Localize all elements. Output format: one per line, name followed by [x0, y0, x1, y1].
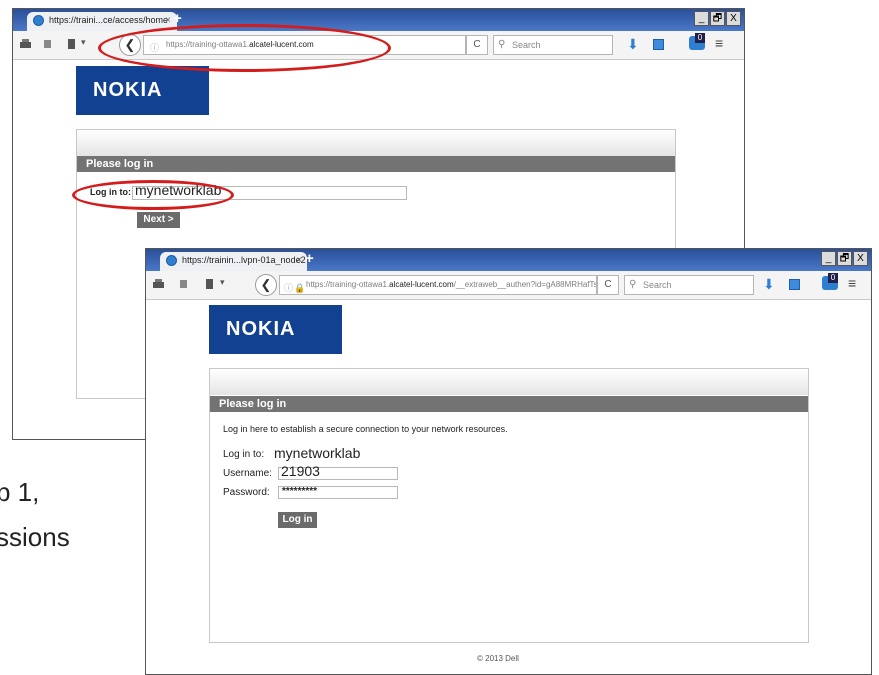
extension-icon[interactable] — [41, 38, 54, 50]
extension-icon[interactable] — [177, 278, 190, 290]
lock-icon: 🔒 — [294, 283, 306, 293]
notification-icon[interactable]: 0 — [822, 273, 838, 290]
notification-icon[interactable]: 0 — [689, 33, 705, 50]
download-icon[interactable]: ⬇ — [763, 276, 775, 293]
reload-button[interactable]: C — [597, 275, 619, 295]
search-input[interactable]: ⚲ Search — [493, 35, 613, 55]
window-controls: _ 🗗 X — [693, 11, 741, 27]
reload-button[interactable]: C — [466, 35, 488, 55]
new-tab-button[interactable]: + — [173, 10, 182, 27]
chevron-down-icon[interactable]: ▾ — [81, 37, 86, 48]
menu-icon[interactable]: ≡ — [715, 35, 723, 51]
annotation-oval-address — [98, 24, 391, 72]
url-path: /__extraweb__authen?id=gA88MRHafTs%3 — [453, 280, 597, 289]
please-log-in-banner: Please log in — [77, 156, 675, 172]
window-controls: _ 🗗 X — [820, 251, 868, 267]
log-in-button[interactable]: Log in — [278, 512, 317, 528]
restore-button[interactable]: 🗗 — [710, 11, 725, 26]
menu-icon[interactable]: ≡ — [848, 275, 856, 291]
slide-text-line-2: ssions — [0, 522, 70, 552]
login-to-label: Log in to: — [223, 449, 265, 460]
minimize-button[interactable]: _ — [694, 11, 709, 26]
annotation-oval-login — [72, 180, 234, 210]
username-value: 21903 — [281, 463, 320, 479]
slide-text-line-1: p 1, — [0, 477, 40, 507]
bookmarks-icon[interactable] — [653, 39, 664, 50]
search-icon: ⚲ — [498, 39, 506, 50]
print-icon[interactable] — [19, 38, 32, 50]
dell-favicon-icon — [33, 15, 44, 26]
close-window-button[interactable]: X — [726, 11, 741, 26]
search-icon: ⚲ — [629, 279, 637, 290]
login-panel: Please log in Log in here to establish a… — [209, 368, 809, 643]
download-icon[interactable]: ⬇ — [627, 36, 639, 53]
search-placeholder: Search — [512, 40, 541, 50]
panel-header-gradient — [210, 369, 808, 395]
clipboard-icon[interactable] — [203, 278, 216, 290]
chevron-down-icon[interactable]: ▾ — [220, 277, 225, 288]
notification-badge: 0 — [828, 273, 838, 283]
restore-button[interactable]: 🗗 — [837, 251, 852, 266]
tab-node2[interactable]: https://trainin...lvpn-01a_node2 × — [160, 252, 307, 271]
nokia-logo: NOKIA — [76, 66, 209, 115]
new-tab-button[interactable]: + — [305, 250, 314, 267]
password-label: Password: — [223, 487, 270, 498]
footer-copyright: © 2013 Dell — [477, 654, 519, 663]
dell-favicon-icon — [166, 255, 177, 266]
url-text: https://training-ottawa1. — [306, 280, 390, 289]
close-tab-icon[interactable]: × — [165, 15, 171, 26]
intro-text: Log in here to establish a secure connec… — [223, 424, 508, 434]
address-bar[interactable]: ⓘ 🔒 https://training-ottawa1.alcatel-luc… — [279, 275, 597, 295]
bookmarks-icon[interactable] — [789, 279, 800, 290]
search-input[interactable]: ⚲ Search — [624, 275, 754, 295]
please-log-in-banner: Please log in — [210, 396, 808, 412]
tab-title: https://traini...ce/access/home — [49, 15, 169, 25]
close-tab-icon[interactable]: × — [296, 255, 302, 266]
search-placeholder: Search — [643, 280, 672, 290]
panel-header-gradient — [77, 130, 675, 156]
nav-bar: ▾ ❮ ⓘ 🔒 https://training-ottawa1.alcatel… — [146, 271, 871, 300]
back-button[interactable]: ❮ — [255, 274, 277, 296]
clipboard-icon[interactable] — [65, 38, 78, 50]
browser-window-2: https://trainin...lvpn-01a_node2 × + _ 🗗… — [145, 248, 872, 675]
info-icon: ⓘ — [284, 283, 294, 293]
close-window-button[interactable]: X — [853, 251, 868, 266]
nokia-logo: NOKIA — [209, 305, 342, 354]
username-label: Username: — [223, 468, 272, 479]
url-domain: alcatel-lucent.com — [389, 280, 454, 289]
next-button[interactable]: Next > — [137, 212, 180, 228]
password-value: ********* — [282, 486, 318, 497]
tab-bar: https://traini...ce/access/home × + _ 🗗 … — [13, 9, 744, 31]
minimize-button[interactable]: _ — [821, 251, 836, 266]
tab-bar: https://trainin...lvpn-01a_node2 × + _ 🗗… — [146, 249, 871, 271]
notification-badge: 0 — [695, 33, 705, 43]
print-icon[interactable] — [152, 278, 165, 290]
tab-title: https://trainin...lvpn-01a_node2 — [182, 255, 306, 265]
login-to-value: mynetworklab — [274, 445, 361, 461]
